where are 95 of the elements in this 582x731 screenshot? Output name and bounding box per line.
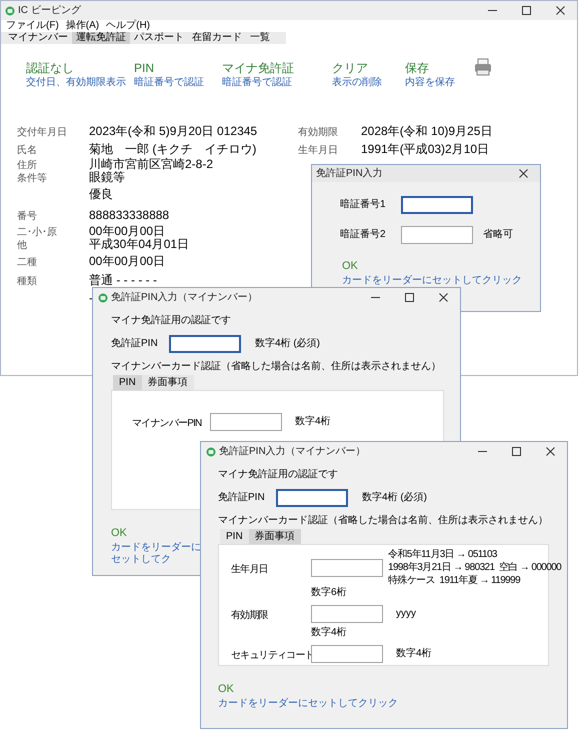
- section-label: マイナンバーカード認証（省略した場合は名前、住所は表示されません）: [111, 362, 441, 372]
- field-value: 普通 - - - - - -: [89, 274, 157, 286]
- tab[interactable]: 券面事項: [248, 529, 301, 544]
- ok-button[interactable]: OK: [111, 528, 127, 539]
- maximize-icon: [512, 447, 520, 456]
- example-text: 令和5年11月3日 → 051103: [388, 550, 498, 560]
- field-value: 優良: [89, 188, 113, 200]
- field-label: 生年月日: [298, 145, 338, 156]
- app-icon: [5, 6, 15, 16]
- field-label: 暗証番号1: [340, 200, 387, 210]
- printer-icon: [474, 58, 492, 76]
- menu-item[interactable]: ファイル(F): [6, 21, 59, 31]
- field-value: 眼鏡等: [89, 170, 125, 182]
- minimize-icon: [478, 451, 486, 452]
- field-label: 免許証PIN: [111, 339, 159, 349]
- field-note: 数字4桁 (必須): [255, 339, 320, 349]
- field-label: マイナンバーPIN: [132, 418, 202, 429]
- input-field[interactable]: [311, 559, 383, 577]
- input-field[interactable]: [210, 413, 282, 431]
- minimize-icon: [488, 10, 496, 11]
- field-value: 平成30年04月01日: [89, 238, 190, 250]
- field-value: 菊地 一郎 (キクチ イチロウ): [89, 142, 256, 154]
- field-label: 住所: [17, 160, 37, 170]
- close-icon: [518, 169, 528, 178]
- field-label: 条件等: [17, 172, 47, 184]
- field-label: 生年月日: [231, 564, 268, 575]
- input-field[interactable]: [169, 335, 241, 353]
- input-field[interactable]: [401, 226, 473, 244]
- ok-button[interactable]: OK: [218, 684, 234, 695]
- field-label: 免許証PIN: [218, 493, 266, 503]
- field-label: 二･小･原: [17, 226, 57, 238]
- tab[interactable]: 在留カード: [188, 32, 246, 44]
- app-icon: [206, 446, 216, 456]
- field-value: 888833338888: [89, 208, 170, 220]
- field-note: 数字6桁: [311, 588, 347, 598]
- window-title: 免許証PIN入力（マイナンバー）: [111, 292, 258, 302]
- hint-link[interactable]: カードをリーダーにセットしてクリック: [342, 276, 522, 286]
- field-value: 1991年(平成03)2月10日: [361, 143, 490, 155]
- close-icon: [546, 447, 554, 456]
- example-text: 特殊ケース 1911年夏 → 119999: [388, 576, 522, 586]
- tab[interactable]: PIN: [113, 375, 142, 390]
- input-field[interactable]: [311, 645, 383, 663]
- field-note: 省略可: [483, 230, 513, 240]
- field-label: 有効期限: [231, 610, 268, 621]
- toolbar-button[interactable]: マイナ免許証 暗証番号で認証: [222, 62, 332, 88]
- window-title: 免許証PIN入力: [316, 168, 383, 178]
- field-label: 種類: [17, 276, 37, 286]
- field-label: 暗証番号2: [340, 230, 387, 240]
- intro-text: マイナ免許証用の認証です: [218, 470, 338, 480]
- close-icon: [556, 6, 564, 15]
- minimize-icon: [370, 297, 380, 298]
- field-label: 他: [17, 240, 27, 251]
- hint-link[interactable]: カードをリーダーにセットしてク: [111, 542, 201, 566]
- tab[interactable]: PIN: [220, 529, 249, 544]
- field-note: 数字4桁: [311, 628, 347, 638]
- example-text: 1998年3月21日 → 980321 空白 → 000000: [388, 563, 562, 573]
- input-field[interactable]: [311, 605, 383, 623]
- app-icon: [98, 292, 108, 302]
- toolbar-button[interactable]: PIN 暗証番号で認証: [134, 62, 222, 88]
- field-value: 00年00月00日: [89, 254, 166, 266]
- field-value: 00年00月00日: [89, 224, 166, 236]
- tab[interactable]: 一覧: [246, 32, 274, 44]
- hint-link[interactable]: カードをリーダーにセットしてクリック: [218, 698, 398, 710]
- toolbar-button[interactable]: 保存 内容を保存: [405, 62, 474, 88]
- toolbar-button[interactable]: クリア 表示の削除: [332, 62, 405, 88]
- field-value: 2028年(令和 10)9月25日: [361, 125, 492, 137]
- menu-item[interactable]: ヘルプ(H): [106, 21, 150, 31]
- field-label: 氏名: [17, 144, 37, 156]
- tab[interactable]: 券面事項: [142, 375, 194, 390]
- field-label: 二種: [17, 256, 37, 268]
- input-field[interactable]: [276, 489, 348, 507]
- menu-item[interactable]: 操作(A): [66, 21, 100, 31]
- tab[interactable]: マイナンバー: [4, 32, 72, 44]
- field-note: 数字4桁 (必須): [362, 493, 427, 503]
- close-icon: [438, 293, 448, 302]
- tab[interactable]: 運転免許証: [72, 32, 130, 44]
- intro-text: マイナ免許証用の認証です: [111, 316, 231, 326]
- field-label: 有効期限: [298, 127, 338, 138]
- window-title: 免許証PIN入力（マイナンバー）: [219, 446, 366, 456]
- toolbar-button[interactable]: 認証なし 交付日、有効期限表示: [26, 62, 134, 88]
- field-note: yyyy: [396, 609, 416, 619]
- input-field[interactable]: [401, 196, 473, 214]
- field-label: 番号: [17, 210, 37, 222]
- window-title: IC ビーピング: [18, 6, 81, 16]
- ok-button[interactable]: OK: [342, 261, 358, 272]
- field-value: 2023年(令和 5)9月20日 012345: [89, 125, 258, 137]
- field-note: 数字4桁: [396, 649, 432, 659]
- field-value: 川崎市宮前区宮崎2-8-2: [89, 158, 214, 170]
- tab[interactable]: パスポート: [130, 32, 188, 44]
- section-label: マイナンバーカード認証（省略した場合は名前、住所は表示されません）: [218, 516, 548, 526]
- maximize-icon: [404, 293, 414, 302]
- field-label: 交付年月日: [17, 127, 67, 138]
- field-note: 数字4桁: [295, 417, 331, 427]
- maximize-icon: [522, 6, 530, 15]
- print-button[interactable]: [474, 58, 492, 76]
